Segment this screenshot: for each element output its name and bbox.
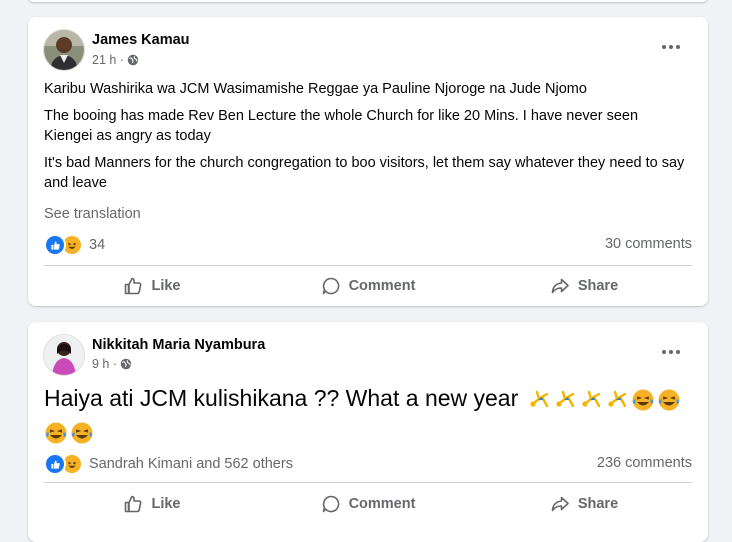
like-label: Like bbox=[151, 278, 181, 294]
share-button[interactable]: Share bbox=[476, 268, 692, 304]
share-label: Share bbox=[577, 496, 619, 512]
share-arrow-icon bbox=[551, 496, 569, 512]
post-meta: 9 h · bbox=[92, 357, 132, 371]
post-paragraph: Karibu Washirika wa JCM Wasimamishe Regg… bbox=[44, 81, 587, 97]
crying-laughing-emoji bbox=[45, 422, 67, 444]
thumbs-up-icon bbox=[125, 277, 142, 295]
person-cartwheeling-emoji bbox=[582, 390, 600, 408]
crying-laughing-emoji bbox=[632, 389, 654, 411]
crying-laughing-emoji bbox=[71, 422, 93, 444]
share-arrow-icon bbox=[551, 278, 569, 294]
post-meta: 21 h · bbox=[92, 53, 139, 67]
globe-icon[interactable] bbox=[127, 54, 139, 66]
comments-count[interactable]: 236 comments bbox=[597, 455, 692, 471]
like-button[interactable]: Like bbox=[44, 268, 260, 304]
divider bbox=[44, 265, 692, 266]
author-name[interactable]: James Kamau bbox=[92, 32, 190, 48]
post-actions: Like Comment Share bbox=[44, 486, 692, 522]
post-actions: Like Comment Share bbox=[44, 268, 692, 304]
more-dots-icon bbox=[662, 350, 666, 354]
comment-button[interactable]: Comment bbox=[260, 268, 476, 304]
comment-button[interactable]: Comment bbox=[260, 486, 476, 522]
post-card: Nikkitah Maria Nyambura 9 h · Haiya ati … bbox=[28, 322, 708, 542]
comment-label: Comment bbox=[348, 278, 416, 294]
comment-label: Comment bbox=[348, 496, 416, 512]
share-button[interactable]: Share bbox=[476, 486, 692, 522]
reaction-count: 34 bbox=[89, 237, 106, 253]
more-options-button[interactable] bbox=[658, 342, 684, 362]
comment-bubble-icon bbox=[322, 495, 339, 513]
person-cartwheeling-emoji bbox=[608, 390, 626, 408]
thumbs-up-icon bbox=[125, 495, 142, 513]
more-dots-icon bbox=[662, 45, 666, 49]
previous-post-card bbox=[28, 0, 708, 2]
post-paragraph: The booing has made Rev Ben Lecture the … bbox=[44, 108, 639, 144]
like-reaction-icon bbox=[44, 453, 66, 475]
comments-count[interactable]: 30 comments bbox=[605, 236, 692, 252]
author-avatar[interactable] bbox=[43, 29, 85, 71]
globe-icon[interactable] bbox=[120, 358, 132, 370]
crying-laughing-emoji bbox=[658, 389, 680, 411]
divider bbox=[44, 482, 692, 483]
author-avatar[interactable] bbox=[43, 334, 85, 376]
like-button[interactable]: Like bbox=[44, 486, 260, 522]
post-text-content: Haiya ati JCM kulishikana ?? What a new … bbox=[44, 385, 519, 411]
share-label: Share bbox=[577, 278, 619, 294]
reaction-names: Sandrah Kimani and 562 others bbox=[89, 456, 293, 472]
post-paragraph: It's bad Manners for the church congrega… bbox=[44, 155, 685, 191]
post-text: Haiya ati JCM kulishikana ?? What a new … bbox=[44, 382, 692, 448]
reaction-summary[interactable]: 34 bbox=[44, 234, 105, 256]
like-reaction-icon bbox=[44, 234, 66, 256]
see-translation-link[interactable]: See translation bbox=[44, 206, 141, 222]
post-time[interactable]: 9 h · bbox=[92, 357, 117, 371]
post-time[interactable]: 21 h · bbox=[92, 53, 124, 67]
reaction-summary[interactable]: Sandrah Kimani and 562 others bbox=[44, 453, 293, 475]
more-options-button[interactable] bbox=[658, 37, 684, 57]
person-cartwheeling-emoji bbox=[530, 390, 548, 408]
author-name[interactable]: Nikkitah Maria Nyambura bbox=[92, 337, 265, 353]
person-cartwheeling-emoji bbox=[556, 390, 574, 408]
post-card: James Kamau 21 h · Karibu Washirika wa J… bbox=[28, 17, 708, 306]
like-label: Like bbox=[151, 496, 181, 512]
comment-bubble-icon bbox=[322, 277, 339, 295]
